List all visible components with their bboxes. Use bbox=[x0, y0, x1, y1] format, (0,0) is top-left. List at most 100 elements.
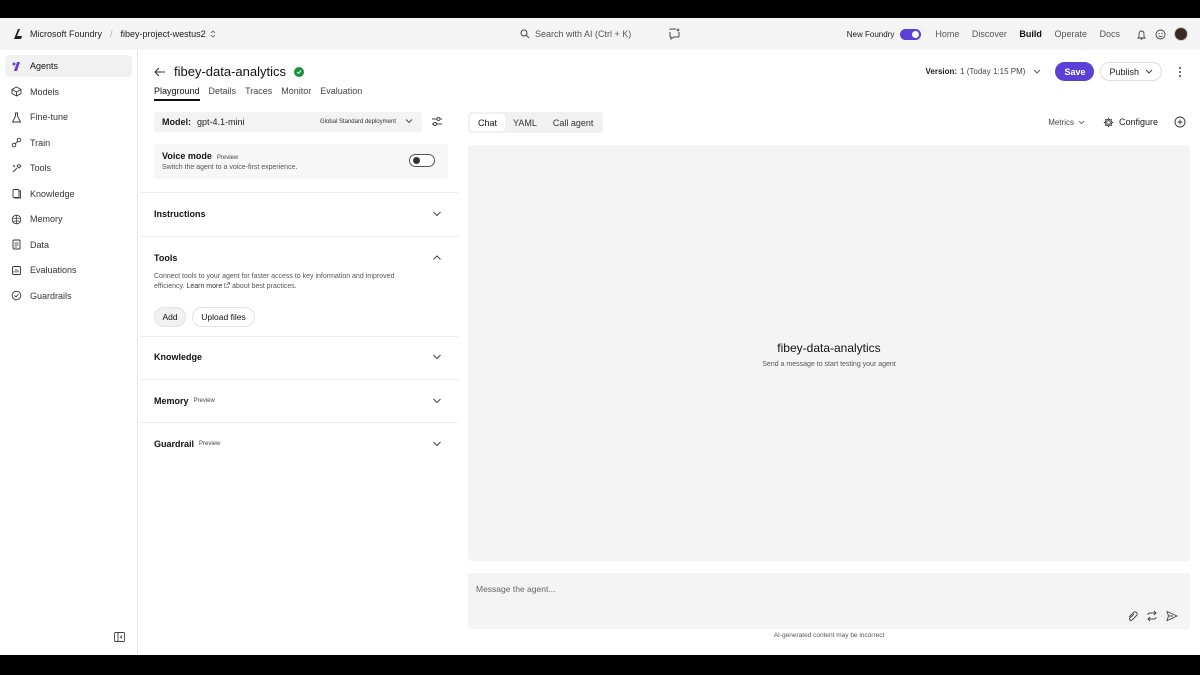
smiley-icon[interactable] bbox=[1155, 29, 1166, 40]
sidebar-item-guardrails[interactable]: Guardrails bbox=[5, 285, 132, 307]
ai-disclaimer: AI-generated content may be incorrect bbox=[773, 632, 885, 639]
preview-badge: Preview bbox=[193, 398, 215, 404]
instructions-section[interactable]: Instructions bbox=[154, 207, 444, 221]
bell-icon[interactable] bbox=[1136, 29, 1147, 40]
nav-home[interactable]: Home bbox=[935, 29, 959, 39]
nav-discover[interactable]: Discover bbox=[972, 29, 1007, 39]
nav-docs[interactable]: Docs bbox=[1099, 29, 1120, 39]
page-title: fibey-data-analytics bbox=[174, 64, 286, 79]
sidebar-item-tools[interactable]: Tools bbox=[5, 157, 132, 179]
nav-operate[interactable]: Operate bbox=[1054, 29, 1087, 39]
more-options-icon[interactable] bbox=[1178, 66, 1182, 78]
divider bbox=[140, 192, 458, 193]
back-arrow-icon[interactable] bbox=[154, 67, 166, 77]
tab-yaml[interactable]: YAML bbox=[505, 114, 545, 131]
message-input[interactable]: Message the agent... bbox=[476, 584, 555, 594]
attach-icon[interactable] bbox=[1126, 610, 1138, 622]
new-chat-icon[interactable] bbox=[1174, 116, 1186, 128]
model-selector[interactable]: Model: gpt-4.1-mini Global Standard depl… bbox=[154, 112, 422, 132]
tab-chat[interactable]: Chat bbox=[470, 114, 506, 131]
sidebar-item-label: Memory bbox=[30, 214, 63, 224]
deployment-type: Global Standard deployment bbox=[319, 119, 396, 125]
metrics-dropdown[interactable]: Metrics bbox=[1048, 118, 1085, 127]
chevron-up-icon bbox=[433, 255, 441, 260]
refresh-icon[interactable] bbox=[1146, 610, 1158, 622]
chevron-down-icon bbox=[1078, 120, 1085, 124]
sidebar-item-label: Guardrails bbox=[30, 290, 72, 301]
add-tool-button[interactable]: Add bbox=[154, 307, 186, 327]
tools-icon bbox=[12, 163, 22, 172]
tab-details[interactable]: Details bbox=[209, 86, 237, 101]
tools-section[interactable]: Tools bbox=[154, 251, 444, 265]
sidebar-item-data[interactable]: Data bbox=[5, 234, 132, 256]
publish-button[interactable]: Publish bbox=[1100, 62, 1162, 81]
sidebar-item-label: Agents bbox=[30, 61, 59, 71]
tab-evaluation[interactable]: Evaluation bbox=[320, 86, 362, 101]
new-foundry-toggle[interactable]: New Foundry bbox=[847, 28, 922, 40]
model-label: Model: bbox=[162, 117, 191, 127]
sidebar-item-agents[interactable]: Agents bbox=[5, 55, 132, 77]
tab-monitor[interactable]: Monitor bbox=[281, 86, 311, 101]
chat-actions: Metrics Configure bbox=[1048, 116, 1186, 128]
send-icon[interactable] bbox=[1166, 610, 1178, 622]
upload-files-button[interactable]: Upload files bbox=[192, 307, 255, 327]
sidebar-item-knowledge[interactable]: Knowledge bbox=[5, 183, 132, 205]
project-name: fibey-project-westus2 bbox=[120, 29, 206, 39]
agent-tabs: Playground Details Traces Monitor Evalua… bbox=[154, 86, 362, 101]
collapse-sidebar-icon[interactable] bbox=[114, 632, 125, 642]
chat-tabs: Chat YAML Call agent bbox=[468, 112, 604, 133]
sidebar-item-train[interactable]: Train bbox=[5, 132, 132, 154]
voice-mode-description: Switch the agent to a voice-first experi… bbox=[162, 164, 298, 171]
new-foundry-switch[interactable] bbox=[900, 28, 922, 40]
model-settings-icon[interactable] bbox=[431, 116, 443, 127]
save-button[interactable]: Save bbox=[1055, 62, 1095, 81]
chat-agent-name: fibey-data-analytics bbox=[777, 341, 881, 355]
version-selector[interactable]: Version: 1 (Today 1:15 PM) bbox=[925, 67, 1041, 76]
knowledge-icon bbox=[12, 189, 21, 199]
app-window: Microsoft Foundry / fibey-project-westus… bbox=[0, 18, 1200, 655]
header-actions: Version: 1 (Today 1:15 PM) Save Publish bbox=[925, 62, 1182, 81]
preview-badge: Preview bbox=[199, 441, 221, 447]
data-icon bbox=[12, 239, 21, 250]
memory-section[interactable]: Memory Preview bbox=[154, 394, 444, 408]
avatar[interactable] bbox=[1174, 27, 1188, 41]
project-selector[interactable]: fibey-project-westus2 bbox=[121, 29, 216, 39]
flask-icon bbox=[11, 112, 22, 122]
voice-mode-title: Voice mode bbox=[162, 151, 212, 161]
learn-more-link[interactable]: Learn more bbox=[186, 283, 222, 290]
guardrails-icon bbox=[11, 290, 22, 301]
nav-build[interactable]: Build bbox=[1019, 29, 1042, 39]
voice-mode-card: Voice mode Preview Switch the agent to a … bbox=[154, 144, 448, 179]
message-composer[interactable]: Message the agent... bbox=[468, 573, 1190, 629]
tab-playground[interactable]: Playground bbox=[154, 86, 200, 101]
search-box[interactable]: Search with AI (Ctrl + K) bbox=[520, 25, 690, 43]
configure-button[interactable]: Configure bbox=[1103, 117, 1158, 128]
sidebar-item-label: Train bbox=[30, 137, 51, 148]
sidebar-item-models[interactable]: Models bbox=[5, 81, 132, 103]
sidebar-item-fine-tune[interactable]: Fine-tune bbox=[5, 106, 132, 128]
chevron-down-icon bbox=[405, 119, 413, 124]
gear-icon bbox=[1103, 117, 1114, 127]
chevron-down-icon bbox=[433, 354, 441, 360]
voice-mode-toggle[interactable] bbox=[409, 154, 435, 167]
evaluations-icon bbox=[12, 265, 21, 275]
section-title: Instructions bbox=[154, 209, 206, 219]
sidebar-item-evaluations[interactable]: Evaluations bbox=[5, 259, 132, 281]
foundry-logo-icon bbox=[14, 29, 22, 39]
copilot-icon[interactable] bbox=[668, 27, 681, 40]
brand-name: Microsoft Foundry bbox=[30, 29, 103, 39]
tab-traces[interactable]: Traces bbox=[245, 86, 272, 101]
guardrail-section[interactable]: Guardrail Preview bbox=[154, 437, 444, 451]
section-title: Knowledge bbox=[154, 352, 203, 362]
train-icon bbox=[11, 137, 22, 148]
tab-call-agent[interactable]: Call agent bbox=[545, 114, 602, 131]
brand[interactable]: Microsoft Foundry bbox=[12, 28, 102, 40]
section-title: Tools bbox=[154, 253, 178, 263]
breadcrumb-separator: / bbox=[110, 29, 113, 39]
sidebar-item-label: Fine-tune bbox=[30, 112, 69, 122]
knowledge-section[interactable]: Knowledge bbox=[154, 350, 444, 364]
preview-badge: Preview bbox=[216, 155, 239, 161]
model-value: gpt-4.1-mini bbox=[197, 117, 245, 127]
sidebar-item-memory[interactable]: Memory bbox=[5, 208, 132, 230]
version-value: 1 (Today 1:15 PM) bbox=[960, 67, 1026, 76]
